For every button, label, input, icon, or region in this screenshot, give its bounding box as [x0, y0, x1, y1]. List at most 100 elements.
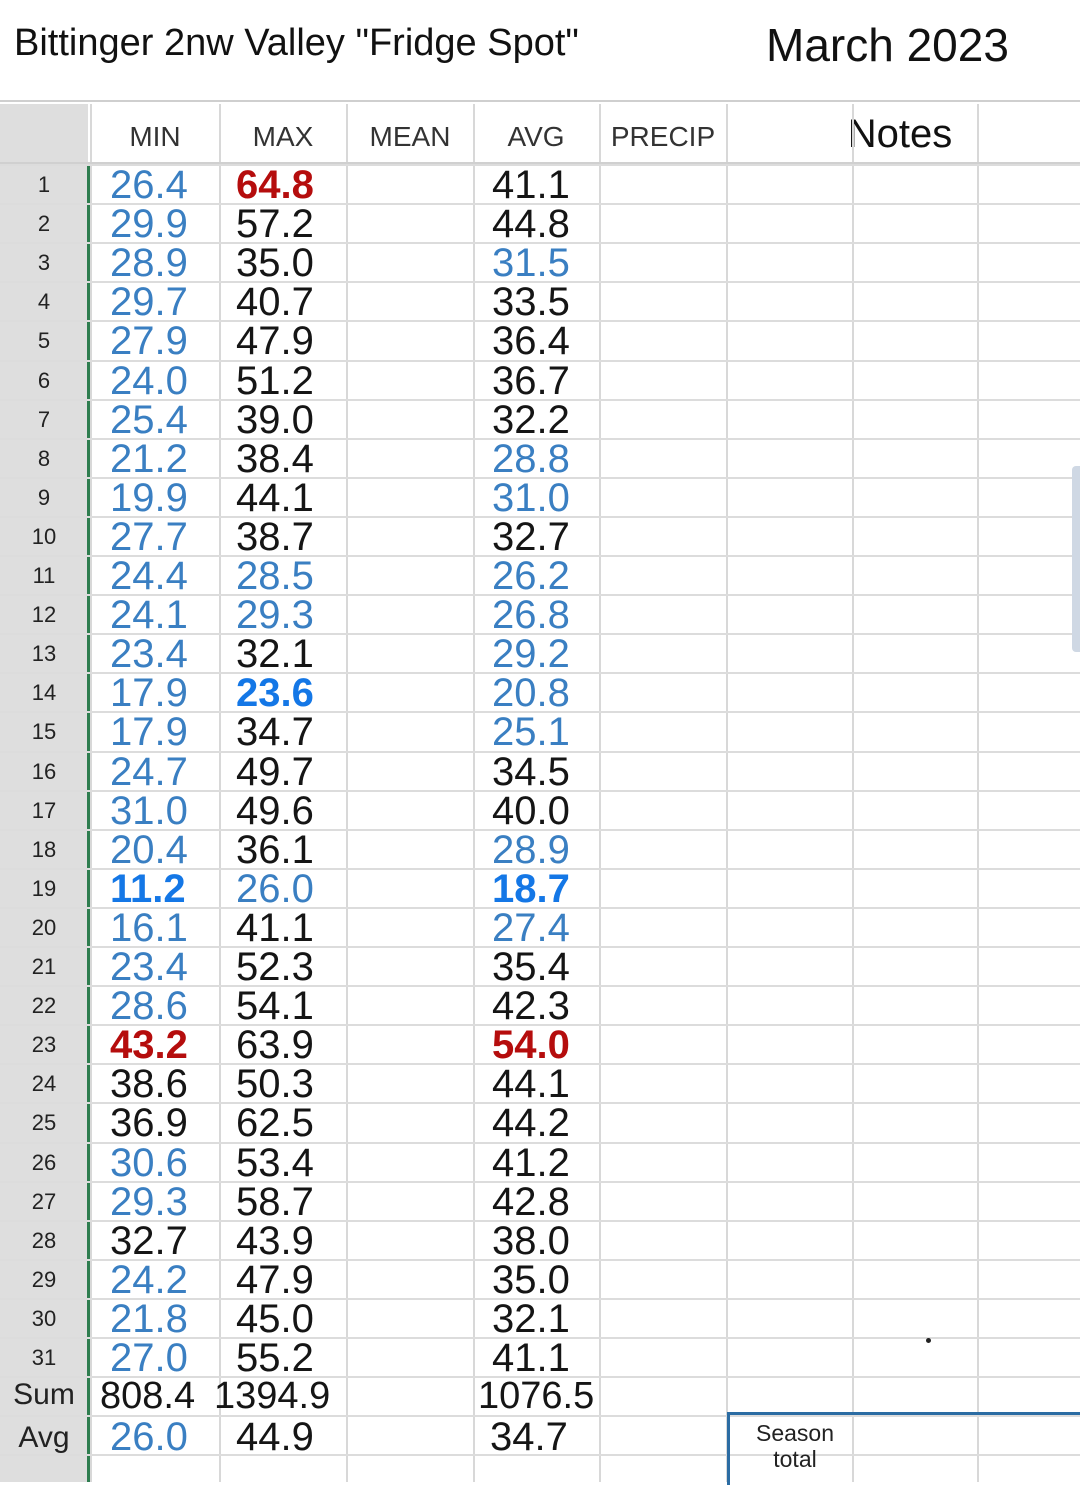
row-number[interactable]: 17 — [0, 798, 88, 824]
avg-cell[interactable]: 41.2 — [492, 1143, 570, 1183]
row-number[interactable]: 23 — [0, 1032, 88, 1058]
sum-min-cell[interactable]: 808.4 — [100, 1376, 195, 1416]
avg-cell[interactable]: 35.0 — [492, 1260, 570, 1300]
avg-cell[interactable]: 25.1 — [492, 712, 570, 752]
min-cell[interactable]: 27.7 — [110, 517, 188, 557]
max-cell[interactable]: 64.8 — [236, 165, 314, 205]
min-cell[interactable]: 31.0 — [110, 791, 188, 831]
max-cell[interactable]: 52.3 — [236, 947, 314, 987]
max-cell[interactable]: 49.7 — [236, 752, 314, 792]
row-number[interactable]: 12 — [0, 602, 88, 628]
row-number[interactable]: 28 — [0, 1228, 88, 1254]
avg-row-label[interactable]: Avg — [0, 1421, 88, 1455]
row-number[interactable]: 4 — [0, 289, 88, 315]
max-cell[interactable]: 32.1 — [236, 634, 314, 674]
sum-max-cell[interactable]: 1394.9 — [214, 1376, 330, 1416]
row-number[interactable]: 13 — [0, 641, 88, 667]
row-number[interactable]: 6 — [0, 368, 88, 394]
row-number[interactable]: 14 — [0, 680, 88, 706]
min-cell[interactable]: 24.2 — [110, 1260, 188, 1300]
sum-avg-cell[interactable]: 1076.5 — [478, 1376, 594, 1416]
max-cell[interactable]: 26.0 — [236, 869, 314, 909]
avg-cell[interactable]: 29.2 — [492, 634, 570, 674]
max-cell[interactable]: 58.7 — [236, 1182, 314, 1222]
avg-cell[interactable]: 44.2 — [492, 1103, 570, 1143]
max-cell[interactable]: 23.6 — [236, 673, 314, 713]
max-cell[interactable]: 34.7 — [236, 712, 314, 752]
max-cell[interactable]: 38.7 — [236, 517, 314, 557]
max-cell[interactable]: 28.5 — [236, 556, 314, 596]
min-cell[interactable]: 20.4 — [110, 830, 188, 870]
row-number[interactable]: 31 — [0, 1345, 88, 1371]
min-cell[interactable]: 29.9 — [110, 204, 188, 244]
avg-cell[interactable]: 34.5 — [492, 752, 570, 792]
avg-cell[interactable]: 54.0 — [492, 1025, 570, 1065]
avg-cell[interactable]: 32.1 — [492, 1299, 570, 1339]
avg-cell[interactable]: 31.5 — [492, 243, 570, 283]
row-number[interactable]: 24 — [0, 1071, 88, 1097]
avg-cell[interactable]: 36.4 — [492, 321, 570, 361]
row-number[interactable]: 26 — [0, 1150, 88, 1176]
min-cell[interactable]: 27.9 — [110, 321, 188, 361]
avg-cell[interactable]: 26.8 — [492, 595, 570, 635]
avg-cell[interactable]: 28.9 — [492, 830, 570, 870]
row-number[interactable]: 20 — [0, 915, 88, 941]
avg-cell[interactable]: 18.7 — [492, 869, 570, 909]
avg-cell[interactable]: 26.2 — [492, 556, 570, 596]
max-cell[interactable]: 62.5 — [236, 1103, 314, 1143]
min-cell[interactable]: 43.2 — [110, 1025, 188, 1065]
min-cell[interactable]: 24.4 — [110, 556, 188, 596]
max-cell[interactable]: 51.2 — [236, 361, 314, 401]
avg-avg-cell[interactable]: 34.7 — [490, 1417, 568, 1457]
max-cell[interactable]: 47.9 — [236, 321, 314, 361]
row-number[interactable]: 9 — [0, 485, 88, 511]
avg-cell[interactable]: 41.1 — [492, 165, 570, 205]
row-number[interactable]: 29 — [0, 1267, 88, 1293]
avg-cell[interactable]: 33.5 — [492, 282, 570, 322]
row-number[interactable]: 1 — [0, 172, 88, 198]
min-cell[interactable]: 19.9 — [110, 478, 188, 518]
max-cell[interactable]: 29.3 — [236, 595, 314, 635]
row-number[interactable]: 5 — [0, 328, 88, 354]
max-cell[interactable]: 43.9 — [236, 1221, 314, 1261]
row-number[interactable]: 18 — [0, 837, 88, 863]
max-cell[interactable]: 35.0 — [236, 243, 314, 283]
row-number[interactable]: 19 — [0, 876, 88, 902]
avg-cell[interactable]: 31.0 — [492, 478, 570, 518]
avg-cell[interactable]: 42.8 — [492, 1182, 570, 1222]
scroll-handle[interactable] — [1072, 466, 1080, 652]
row-number[interactable]: 7 — [0, 407, 88, 433]
min-cell[interactable]: 32.7 — [110, 1221, 188, 1261]
avg-cell[interactable]: 35.4 — [492, 947, 570, 987]
column-header-max[interactable]: MAX — [220, 104, 346, 162]
min-cell[interactable]: 21.8 — [110, 1299, 188, 1339]
min-cell[interactable]: 28.6 — [110, 986, 188, 1026]
max-cell[interactable]: 63.9 — [236, 1025, 314, 1065]
min-cell[interactable]: 38.6 — [110, 1064, 188, 1104]
min-cell[interactable]: 27.0 — [110, 1338, 188, 1378]
min-cell[interactable]: 29.7 — [110, 282, 188, 322]
column-header-mean[interactable]: MEAN — [347, 104, 473, 162]
avg-min-cell[interactable]: 26.0 — [110, 1417, 188, 1457]
row-number[interactable]: 10 — [0, 524, 88, 550]
max-cell[interactable]: 57.2 — [236, 204, 314, 244]
max-cell[interactable]: 54.1 — [236, 986, 314, 1026]
min-cell[interactable]: 21.2 — [110, 439, 188, 479]
row-number[interactable]: 27 — [0, 1189, 88, 1215]
avg-cell[interactable]: 44.8 — [492, 204, 570, 244]
row-number[interactable]: 16 — [0, 759, 88, 785]
min-cell[interactable]: 24.1 — [110, 595, 188, 635]
row-number[interactable]: 22 — [0, 993, 88, 1019]
column-header-avg[interactable]: AVG — [474, 104, 598, 162]
spreadsheet-grid[interactable]: MIN MAX MEAN AVG PRECIP Notes 1 26.4 64.8 4… — [0, 104, 1080, 1485]
max-cell[interactable]: 44.1 — [236, 478, 314, 518]
avg-cell[interactable]: 44.1 — [492, 1064, 570, 1104]
min-cell[interactable]: 23.4 — [110, 634, 188, 674]
min-cell[interactable]: 28.9 — [110, 243, 188, 283]
min-cell[interactable]: 24.7 — [110, 752, 188, 792]
avg-cell[interactable]: 40.0 — [492, 791, 570, 831]
max-cell[interactable]: 36.1 — [236, 830, 314, 870]
row-number[interactable]: 30 — [0, 1306, 88, 1332]
avg-cell[interactable]: 41.1 — [492, 1338, 570, 1378]
avg-cell[interactable]: 20.8 — [492, 673, 570, 713]
